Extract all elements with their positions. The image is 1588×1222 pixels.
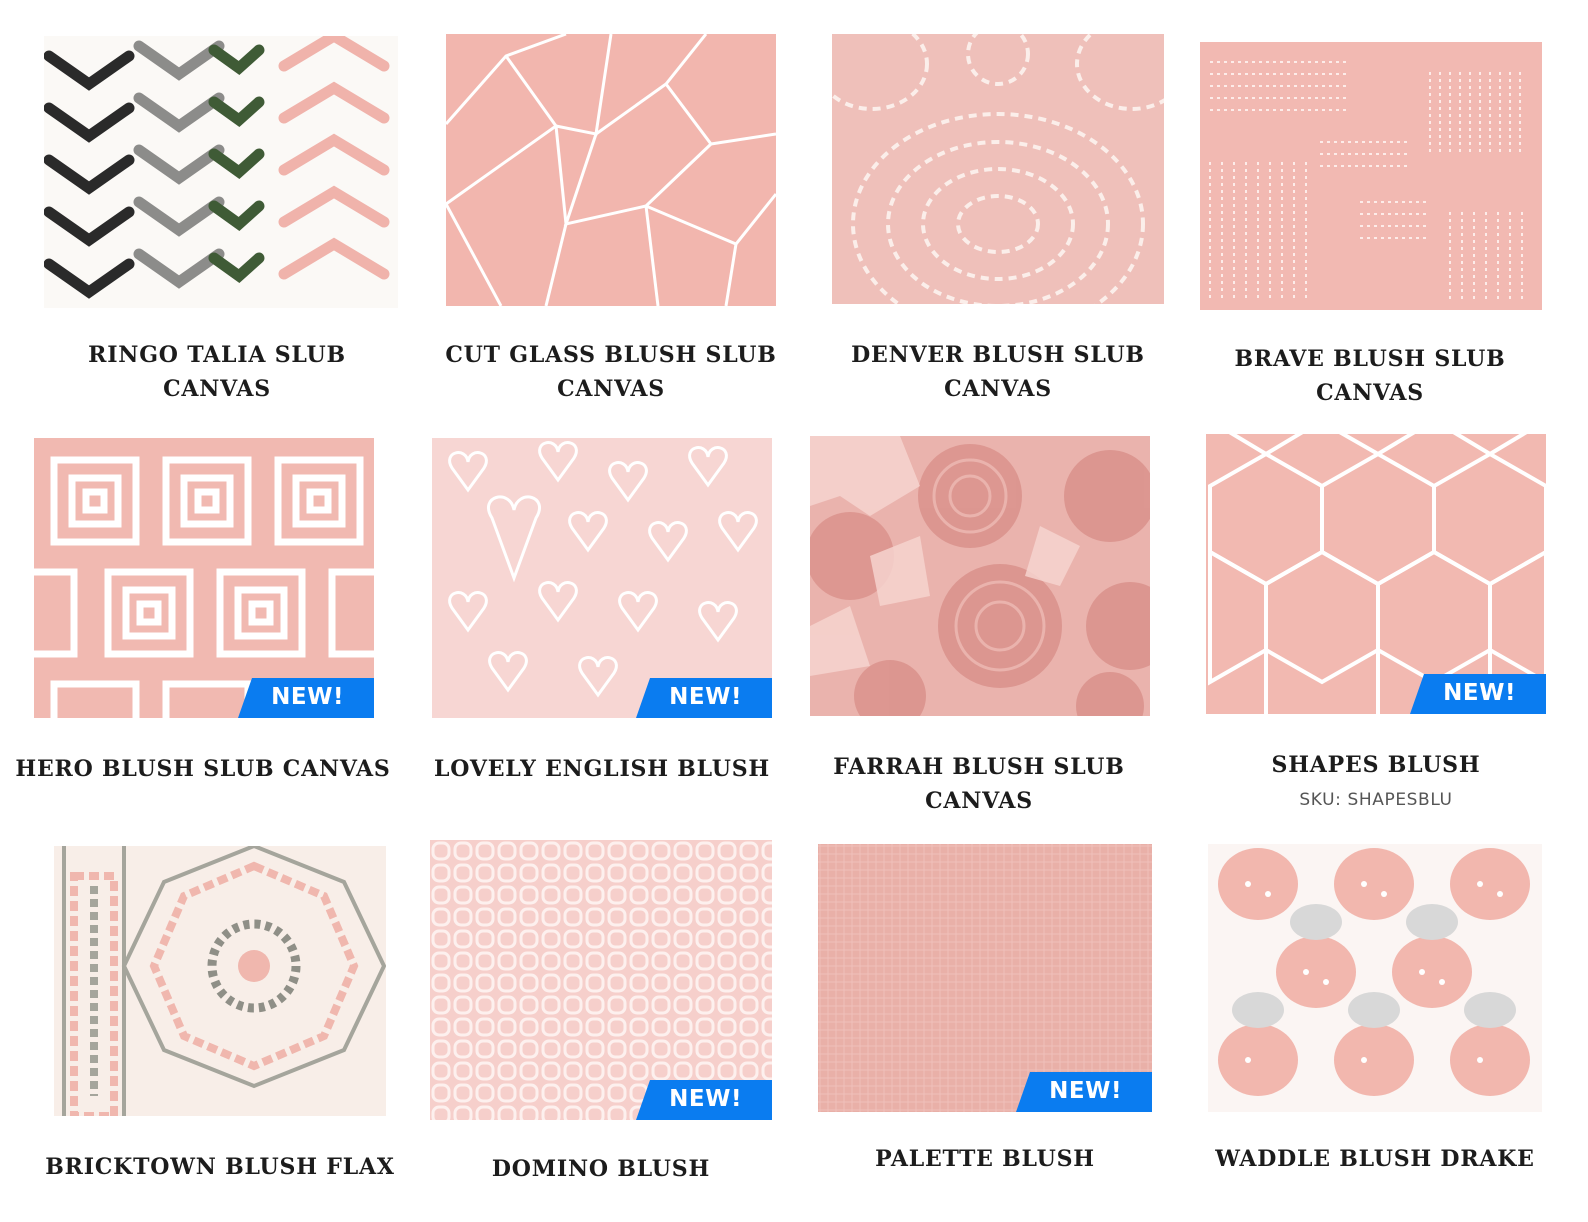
fabric-swatch-image[interactable] bbox=[54, 846, 386, 1116]
fabric-swatch-image[interactable] bbox=[810, 436, 1150, 716]
fabric-swatch-image[interactable] bbox=[446, 34, 776, 306]
product-name[interactable]: CUT GLASS BLUSH SLUB CANVAS bbox=[436, 338, 786, 406]
product-name[interactable]: BRICKTOWN BLUSH FLAX bbox=[30, 1150, 410, 1184]
fabric-swatch-image[interactable]: NEW! bbox=[1206, 434, 1546, 714]
product-name[interactable]: SHAPES BLUSH bbox=[1216, 748, 1536, 782]
new-badge: NEW! bbox=[636, 1080, 772, 1120]
fabric-swatch-image[interactable]: NEW! bbox=[818, 844, 1152, 1112]
fabric-swatch-image[interactable]: NEW! bbox=[34, 438, 374, 718]
fabric-swatch-image[interactable]: NEW! bbox=[430, 840, 772, 1120]
fabric-swatch-image[interactable] bbox=[1208, 844, 1542, 1112]
new-badge: NEW! bbox=[1410, 674, 1546, 714]
product-name[interactable]: RINGO TALIA SLUB CANVAS bbox=[30, 338, 404, 406]
fabric-swatch-image[interactable] bbox=[1200, 42, 1542, 310]
product-name[interactable]: BRAVE BLUSH SLUB CANVAS bbox=[1210, 342, 1530, 410]
product-name[interactable]: FARRAH BLUSH SLUB CANVAS bbox=[820, 750, 1138, 818]
product-name[interactable]: PALETTE BLUSH bbox=[818, 1142, 1152, 1176]
product-name[interactable]: DOMINO BLUSH bbox=[430, 1152, 772, 1186]
fabric-swatch-image[interactable] bbox=[44, 36, 398, 308]
fabric-swatch-image[interactable]: NEW! bbox=[432, 438, 772, 718]
new-badge: NEW! bbox=[1016, 1072, 1152, 1112]
fabric-swatch-image[interactable] bbox=[832, 34, 1164, 304]
new-badge: NEW! bbox=[238, 678, 374, 718]
product-name[interactable]: HERO BLUSH SLUB CANVAS bbox=[6, 752, 400, 786]
product-name[interactable]: DENVER BLUSH SLUB CANVAS bbox=[836, 338, 1160, 406]
new-badge: NEW! bbox=[636, 678, 772, 718]
product-sku: SKU: SHAPESBLU bbox=[1299, 790, 1453, 810]
product-name[interactable]: LOVELY ENGLISH BLUSH bbox=[420, 752, 784, 786]
product-name[interactable]: WADDLE BLUSH DRAKE bbox=[1196, 1142, 1554, 1176]
